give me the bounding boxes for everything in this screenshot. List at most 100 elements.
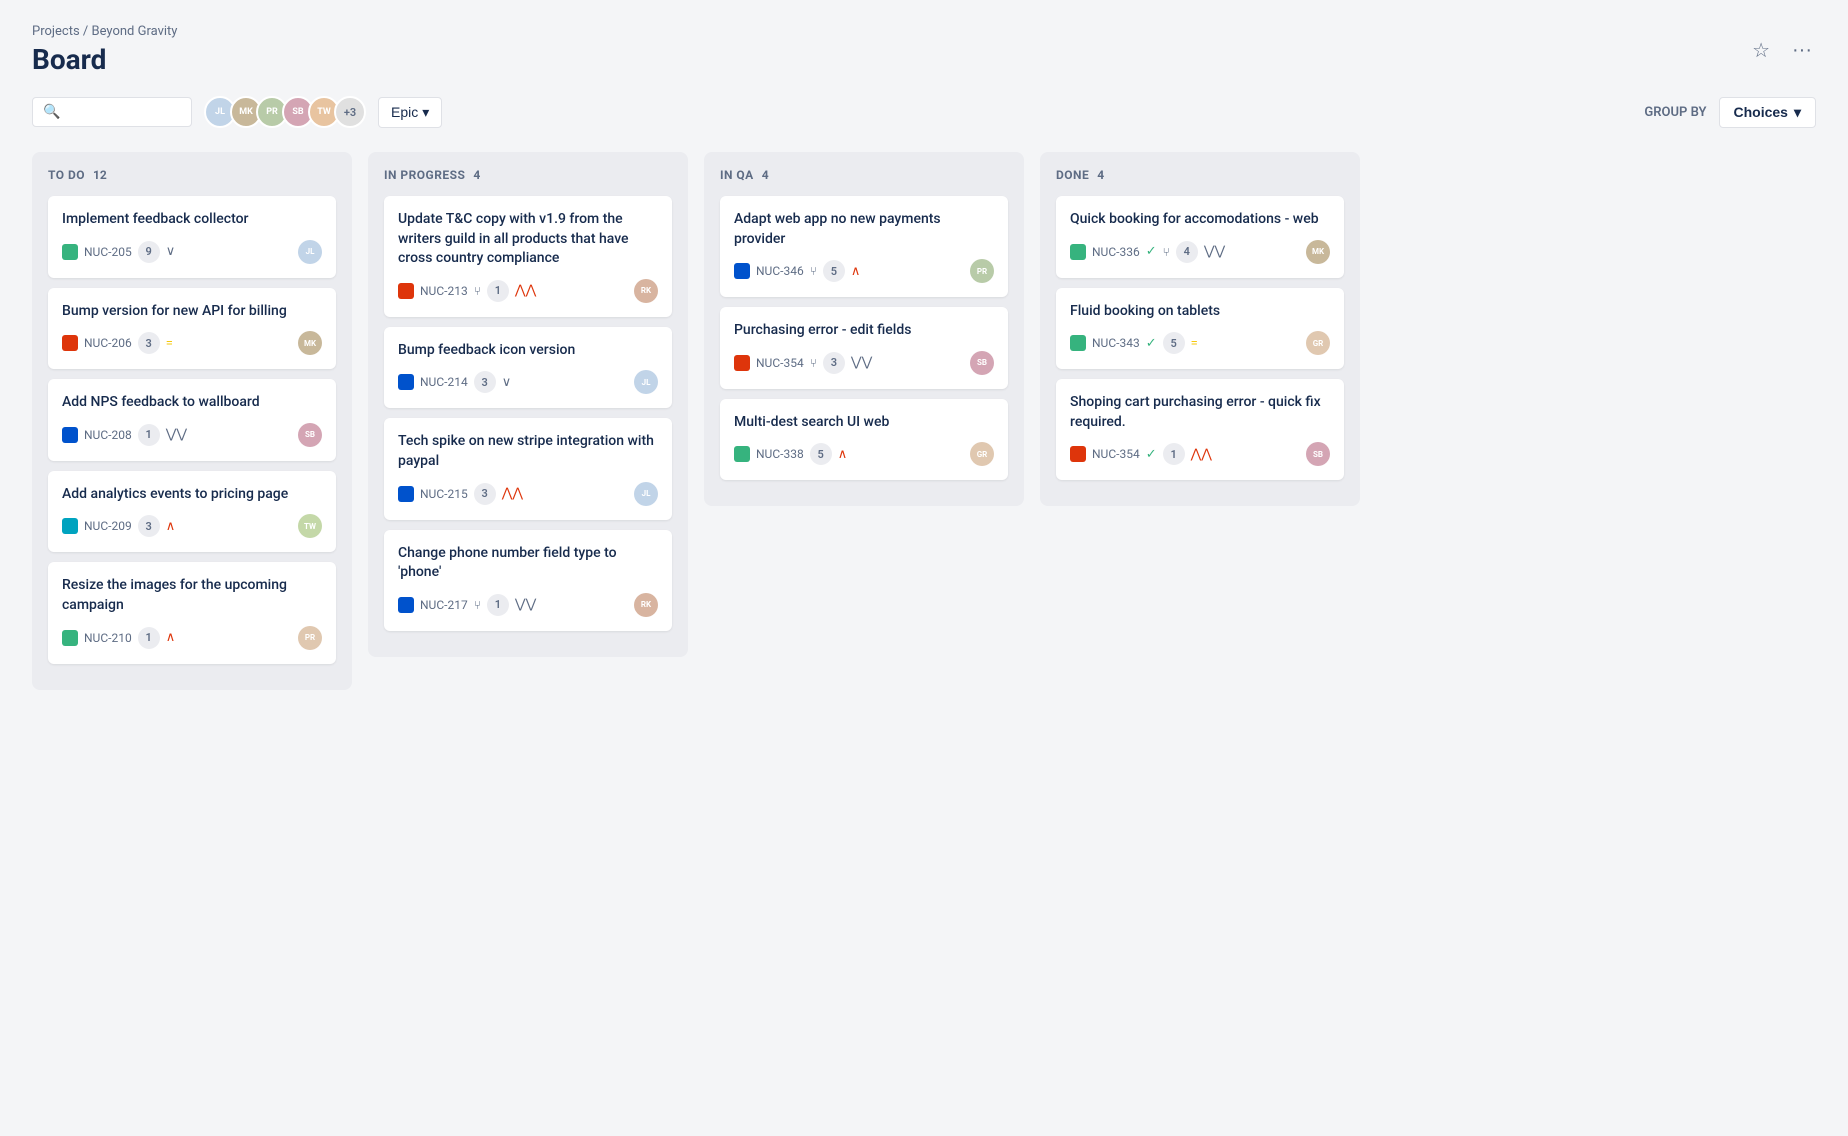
card-avatar: GR — [970, 442, 994, 466]
star-button[interactable]: ☆ — [1748, 34, 1774, 67]
issue-type-icon — [62, 518, 78, 534]
issue-type-icon — [62, 244, 78, 260]
issue-type-icon — [398, 374, 414, 390]
card-footer: NUC-3385∧GR — [734, 442, 994, 466]
pr-count: ⑂ — [810, 356, 817, 370]
card[interactable]: Quick booking for accomodations - web NU… — [1056, 196, 1344, 278]
card-footer: NUC-217⑂1⋁⋁RK — [398, 593, 658, 617]
card-avatar: MK — [298, 331, 322, 355]
count-badge: 3 — [474, 483, 496, 505]
avatars-group: JL MK PR SB TW +3 — [204, 96, 366, 128]
card-avatar: SB — [298, 423, 322, 447]
card-footer: NUC-346⑂5∧PR — [734, 259, 994, 283]
column-count: 12 — [93, 168, 107, 182]
card-title: Bump feedback icon version — [398, 341, 658, 361]
count-badge: 5 — [1163, 332, 1185, 354]
page-title: Board — [32, 43, 1816, 76]
board: TO DO 12 Implement feedback collector NU… — [32, 152, 1816, 690]
card-avatar: PR — [970, 259, 994, 283]
issue-type-icon — [398, 486, 414, 502]
issue-id: NUC-336 — [1092, 245, 1140, 259]
issue-id: NUC-210 — [84, 631, 132, 645]
column-header: IN QA 4 — [720, 168, 1008, 182]
column-count: 4 — [762, 168, 769, 182]
column-header: TO DO 12 — [48, 168, 336, 182]
card-avatar: MK — [1306, 240, 1330, 264]
card-footer: NUC-354⑂3⋁⋁SB — [734, 351, 994, 375]
card-title: Add analytics events to pricing page — [62, 485, 322, 505]
card-footer: NUC-2153⋀⋀JL — [398, 482, 658, 506]
card-footer: NUC-2081⋁⋁SB — [62, 423, 322, 447]
card[interactable]: Update T&C copy with v1.9 from the write… — [384, 196, 672, 317]
card[interactable]: Bump version for new API for billing NUC… — [48, 288, 336, 370]
issue-type-icon — [734, 355, 750, 371]
card[interactable]: Resize the images for the upcoming campa… — [48, 562, 336, 663]
issue-id: NUC-354 — [756, 356, 804, 370]
card-title: Add NPS feedback to wallboard — [62, 393, 322, 413]
column-header: DONE 4 — [1056, 168, 1344, 182]
card[interactable]: Tech spike on new stripe integration wit… — [384, 418, 672, 519]
issue-type-icon — [734, 263, 750, 279]
issue-type-icon — [62, 427, 78, 443]
column-count: 4 — [1097, 168, 1104, 182]
card[interactable]: Change phone number field type to 'phone… — [384, 530, 672, 631]
card-title: Resize the images for the upcoming campa… — [62, 576, 322, 615]
count-badge: 3 — [823, 352, 845, 374]
count-badge: 9 — [138, 241, 160, 263]
count-badge: 5 — [823, 260, 845, 282]
count-badge: 1 — [138, 424, 160, 446]
issue-type-icon — [1070, 335, 1086, 351]
card-title: Change phone number field type to 'phone… — [398, 544, 658, 583]
count-badge: 5 — [810, 443, 832, 465]
column-title: IN QA — [720, 168, 754, 182]
epic-filter-button[interactable]: Epic ▾ — [378, 97, 442, 128]
card-footer: NUC-2063=MK — [62, 331, 322, 355]
card-title: Bump version for new API for billing — [62, 302, 322, 322]
card[interactable]: Multi-dest search UI web NUC-3385∧GR — [720, 399, 1008, 481]
card-avatar: JL — [298, 240, 322, 264]
card[interactable]: Add NPS feedback to wallboard NUC-2081⋁⋁… — [48, 379, 336, 461]
card[interactable]: Purchasing error - edit fields NUC-354⑂3… — [720, 307, 1008, 389]
card-footer: NUC-336✓⑂4⋁⋁MK — [1070, 240, 1330, 264]
card[interactable]: Add analytics events to pricing page NUC… — [48, 471, 336, 553]
card-footer: NUC-2059∨JL — [62, 240, 322, 264]
card-avatar: TW — [298, 514, 322, 538]
check-icon: ✓ — [1146, 447, 1157, 462]
search-icon: 🔍 — [43, 104, 60, 120]
avatar-more[interactable]: +3 — [334, 96, 366, 128]
card-title: Tech spike on new stripe integration wit… — [398, 432, 658, 471]
card-title: Adapt web app no new payments provider — [734, 210, 994, 249]
pr-count: ⑂ — [1163, 245, 1170, 259]
card-footer: NUC-213⑂1⋀⋀RK — [398, 279, 658, 303]
issue-id: NUC-213 — [420, 284, 468, 298]
column-todo: TO DO 12 Implement feedback collector NU… — [32, 152, 352, 690]
count-badge: 4 — [1176, 241, 1198, 263]
choices-label: Choices — [1734, 104, 1788, 120]
more-button[interactable]: ··· — [1788, 35, 1816, 66]
card[interactable]: Shoping cart purchasing error - quick fi… — [1056, 379, 1344, 480]
count-badge: 3 — [138, 515, 160, 537]
column-title: TO DO — [48, 168, 85, 182]
count-badge: 1 — [138, 627, 160, 649]
search-input[interactable] — [66, 104, 181, 120]
issue-id: NUC-338 — [756, 447, 804, 461]
issue-id: NUC-215 — [420, 487, 468, 501]
card[interactable]: Adapt web app no new payments provider N… — [720, 196, 1008, 297]
card-title: Fluid booking on tablets — [1070, 302, 1330, 322]
card[interactable]: Fluid booking on tablets NUC-343✓5=GR — [1056, 288, 1344, 370]
count-badge: 1 — [487, 594, 509, 616]
column-title: DONE — [1056, 168, 1089, 182]
pr-count: ⑂ — [474, 284, 481, 298]
issue-id: NUC-205 — [84, 245, 132, 259]
issue-type-icon — [1070, 446, 1086, 462]
card-footer: NUC-2143∨JL — [398, 370, 658, 394]
card[interactable]: Implement feedback collector NUC-2059∨JL — [48, 196, 336, 278]
column-count: 4 — [473, 168, 480, 182]
issue-type-icon — [734, 446, 750, 462]
issue-type-icon — [398, 597, 414, 613]
issue-type-icon — [62, 335, 78, 351]
card-footer: NUC-2093∧TW — [62, 514, 322, 538]
choices-button[interactable]: Choices ▾ — [1719, 97, 1817, 128]
column-title: IN PROGRESS — [384, 168, 465, 182]
card[interactable]: Bump feedback icon version NUC-2143∨JL — [384, 327, 672, 409]
